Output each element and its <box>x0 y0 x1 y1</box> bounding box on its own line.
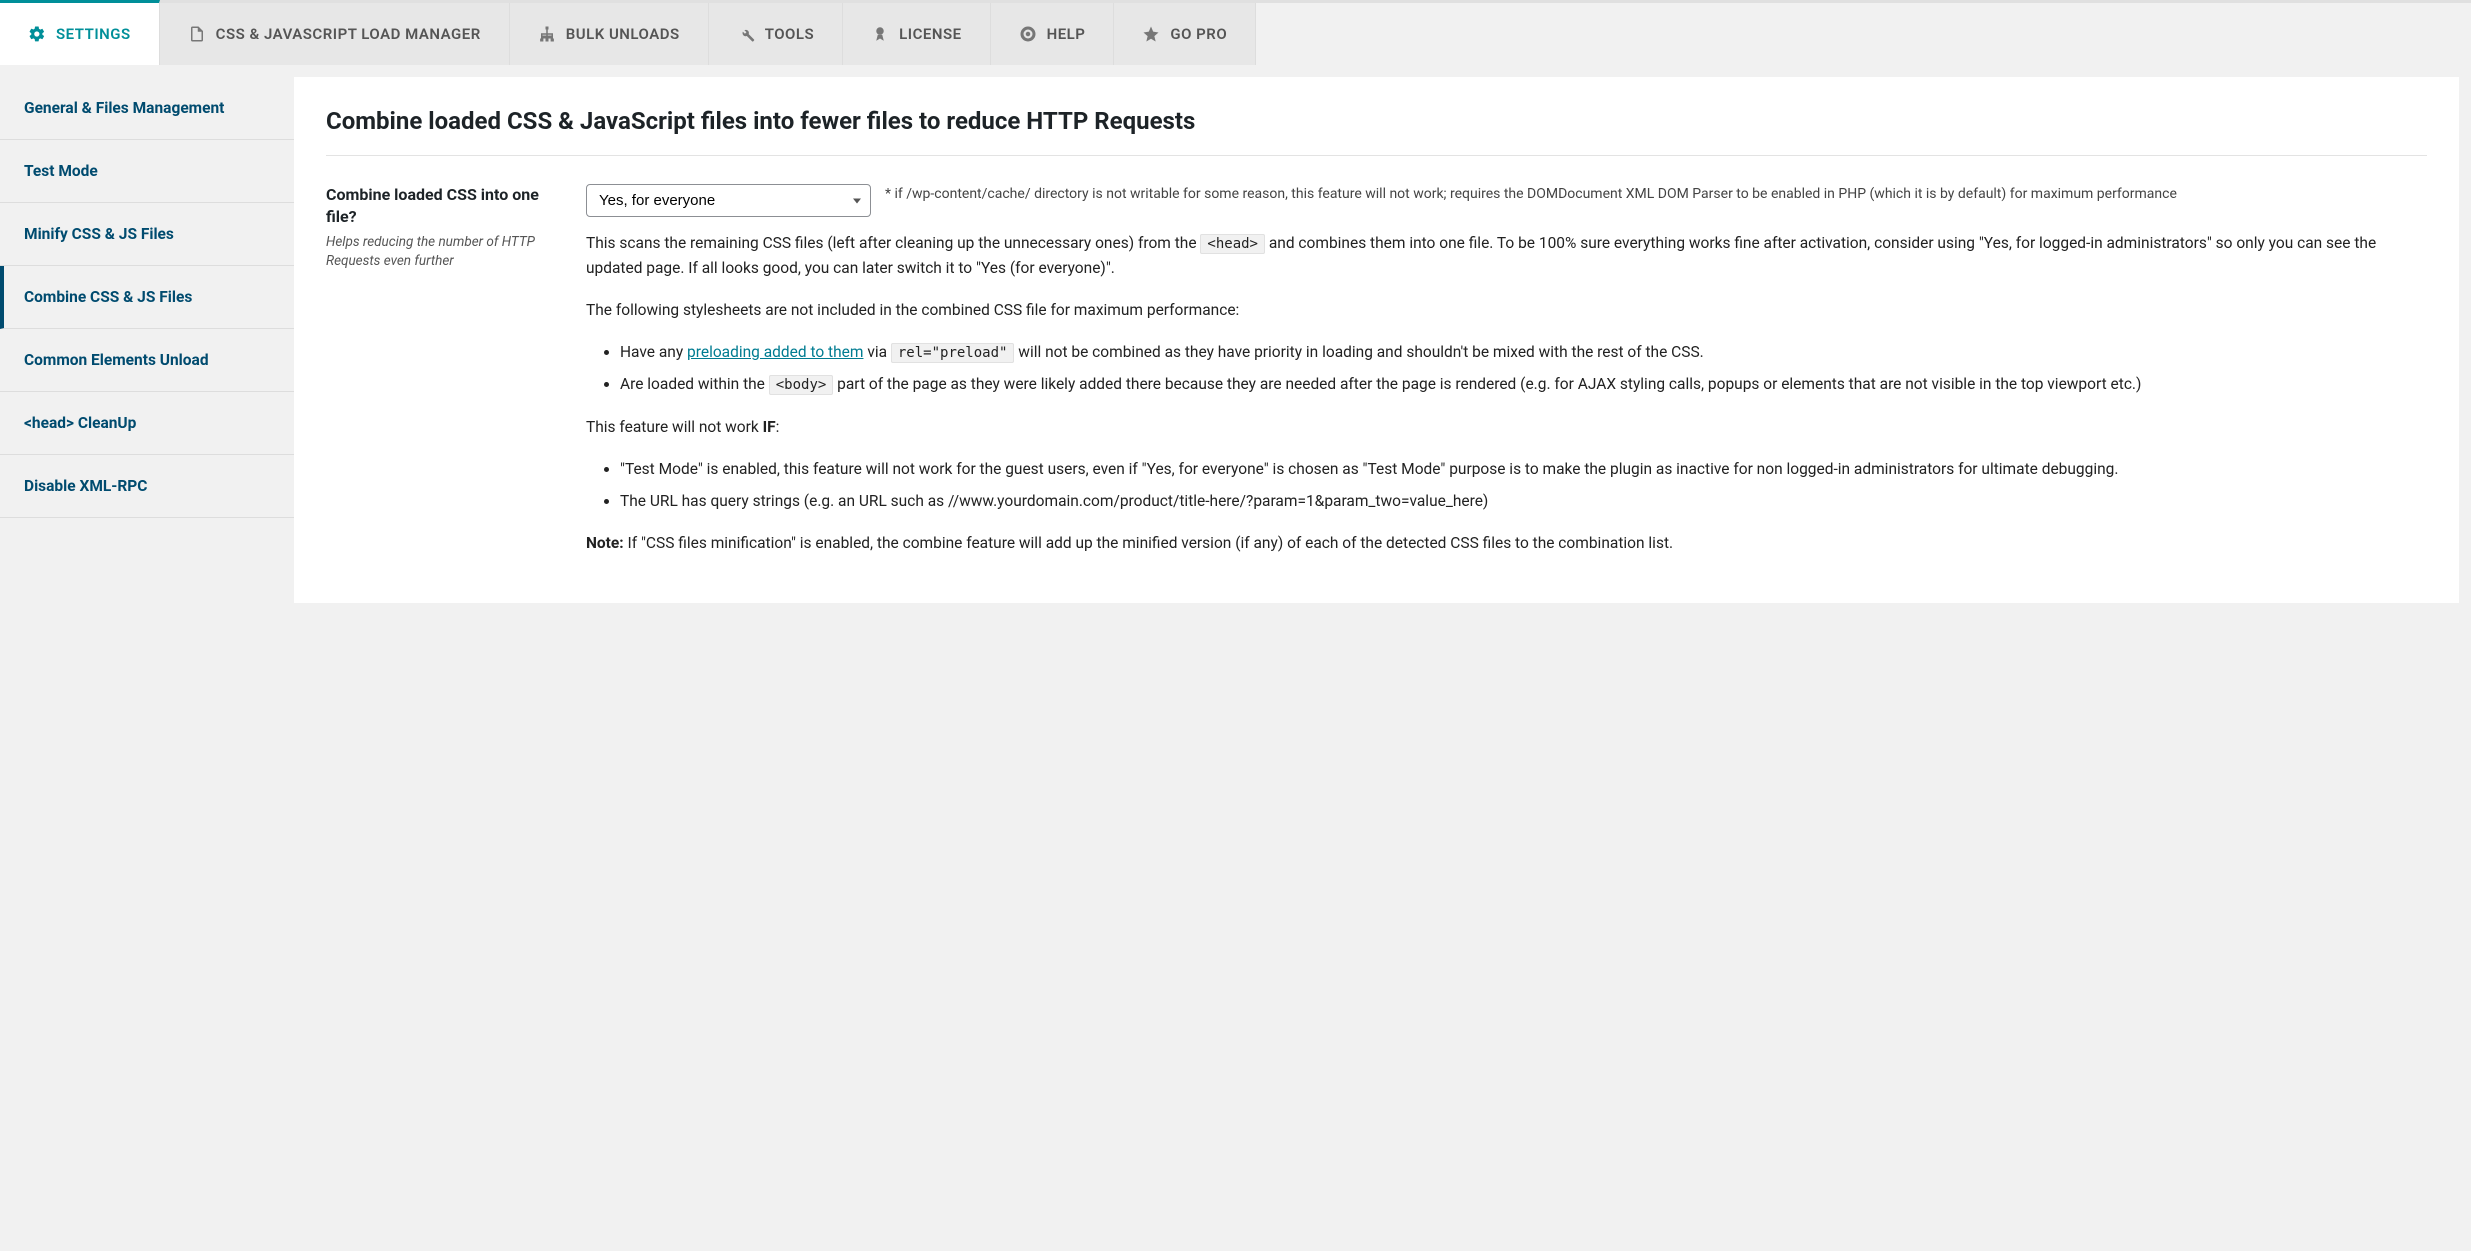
tab-label: GO PRO <box>1170 25 1227 43</box>
award-icon <box>871 25 889 43</box>
sidebar-item-common-unload[interactable]: Common Elements Unload <box>0 329 294 392</box>
body-code: <body> <box>769 375 834 395</box>
wrench-icon <box>737 25 755 43</box>
list-item: Have any preloading added to them via re… <box>620 340 2427 365</box>
sitemap-icon <box>538 25 556 43</box>
note-paragraph: Note: If "CSS files minification" is ena… <box>586 531 2427 555</box>
cache-dir-note: * if /wp-content/cache/ directory is not… <box>885 184 2177 204</box>
tab-settings[interactable]: SETTINGS <box>0 0 160 65</box>
tab-bulk-unloads[interactable]: BULK UNLOADS <box>510 3 709 65</box>
main-tabs: SETTINGS CSS & JAVASCRIPT LOAD MANAGER B… <box>0 0 2471 65</box>
section-heading: Combine loaded CSS & JavaScript files in… <box>326 107 2427 156</box>
tab-tools[interactable]: TOOLS <box>709 3 843 65</box>
document-icon <box>188 25 206 43</box>
list-item: Are loaded within the <body> part of the… <box>620 372 2427 397</box>
tab-label: SETTINGS <box>56 25 131 43</box>
list-item: "Test Mode" is enabled, this feature wil… <box>620 457 2427 481</box>
list-item: The URL has query strings (e.g. an URL s… <box>620 489 2427 513</box>
tab-help[interactable]: HELP <box>991 3 1115 65</box>
combine-css-select[interactable]: Yes, for everyone <box>586 184 871 217</box>
tab-label: CSS & JAVASCRIPT LOAD MANAGER <box>216 25 481 43</box>
gear-icon <box>28 25 46 43</box>
star-icon <box>1142 25 1160 43</box>
setting-help-text: Helps reducing the number of HTTP Reques… <box>326 233 556 271</box>
settings-sidebar: General & Files Management Test Mode Min… <box>0 65 294 615</box>
sidebar-item-general[interactable]: General & Files Management <box>0 77 294 140</box>
not-work-list: "Test Mode" is enabled, this feature wil… <box>586 457 2427 513</box>
tab-label: HELP <box>1047 25 1086 43</box>
preloading-link[interactable]: preloading added to them <box>687 343 863 361</box>
description-paragraph-1: This scans the remaining CSS files (left… <box>586 231 2427 280</box>
tab-go-pro[interactable]: GO PRO <box>1114 3 1256 65</box>
not-work-intro: This feature will not work IF: <box>586 415 2427 439</box>
sidebar-item-test-mode[interactable]: Test Mode <box>0 140 294 203</box>
excluded-intro: The following stylesheets are not includ… <box>586 298 2427 322</box>
setting-label: Combine loaded CSS into one file? <box>326 184 556 227</box>
life-ring-icon <box>1019 25 1037 43</box>
rel-preload-code: rel="preload" <box>891 343 1015 363</box>
sidebar-item-disable-xmlrpc[interactable]: Disable XML-RPC <box>0 455 294 518</box>
sidebar-item-minify[interactable]: Minify CSS & JS Files <box>0 203 294 266</box>
tab-label: BULK UNLOADS <box>566 25 680 43</box>
content-panel: Combine loaded CSS & JavaScript files in… <box>294 77 2459 603</box>
tab-label: LICENSE <box>899 25 961 43</box>
sidebar-item-combine[interactable]: Combine CSS & JS Files <box>0 266 294 329</box>
tab-license[interactable]: LICENSE <box>843 3 990 65</box>
tab-label: TOOLS <box>765 25 814 43</box>
sidebar-item-head-cleanup[interactable]: <head> CleanUp <box>0 392 294 455</box>
excluded-list: Have any preloading added to them via re… <box>586 340 2427 397</box>
tab-css-js-manager[interactable]: CSS & JAVASCRIPT LOAD MANAGER <box>160 3 510 65</box>
head-code: <head> <box>1200 234 1265 254</box>
